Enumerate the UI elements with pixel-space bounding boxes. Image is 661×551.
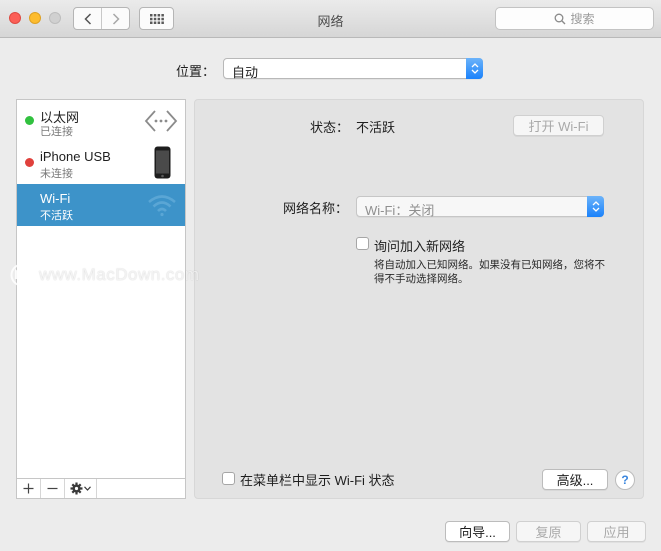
service-status: 已连接 <box>40 126 73 138</box>
plus-icon <box>23 483 34 494</box>
network-name-label: 网络名称： <box>283 201 349 216</box>
service-name: iPhone USB <box>40 149 111 164</box>
select-arrows-icon <box>466 58 483 79</box>
status-value: 不活跃 <box>356 120 396 135</box>
search-icon <box>555 13 566 24</box>
service-status: 不活跃 <box>40 210 73 222</box>
title-bar: 网络 搜索 <box>0 0 661 38</box>
service-item-iphone-usb[interactable]: iPhone USB 未连接 <box>17 142 185 184</box>
search-field[interactable]: 搜索 <box>495 7 654 30</box>
status-label: 状态： <box>310 120 350 135</box>
network-name-select[interactable]: Wi-Fi：关闭 <box>356 196 604 218</box>
service-list-toolbar <box>16 478 186 499</box>
network-name-value: Wi-Fi：关闭 <box>365 203 435 218</box>
status-dot <box>25 158 34 167</box>
select-arrows-icon <box>587 196 604 217</box>
location-select[interactable]: 自动 <box>223 58 483 80</box>
chevron-down-icon <box>84 486 91 491</box>
apply-button[interactable]: 应用 <box>587 521 646 542</box>
gear-icon <box>70 482 83 495</box>
location-value: 自动 <box>232 65 259 80</box>
revert-button[interactable]: 复原 <box>516 521 581 542</box>
turn-on-wifi-button[interactable]: 打开 Wi-Fi <box>513 115 604 136</box>
advanced-button[interactable]: 高级... <box>542 469 608 490</box>
search-placeholder: 搜索 <box>570 12 595 26</box>
help-button[interactable]: ? <box>615 470 635 490</box>
iphone-icon <box>154 146 171 182</box>
ethernet-arrows-icon <box>144 109 178 136</box>
service-status: 未连接 <box>40 168 73 180</box>
assist-me-button[interactable]: 向导... <box>445 521 510 542</box>
ask-join-hint: 将自动加入已知网络。如果没有已知网络，您将不得不手动选择网络。 <box>374 259 605 285</box>
minus-icon <box>47 487 58 490</box>
service-name: Wi-Fi <box>40 191 71 206</box>
service-list: 以太网 已连接 iPhone USB 未连接 Wi-Fi 不活跃 <box>16 99 186 499</box>
show-menubar-label: 在菜单栏中显示 Wi-Fi 状态 <box>240 473 395 488</box>
service-item-wifi[interactable]: Wi-Fi 不活跃 <box>17 184 185 226</box>
wifi-icon <box>147 193 177 220</box>
add-service-button[interactable] <box>17 479 41 498</box>
service-item-ethernet[interactable]: 以太网 已连接 <box>17 100 185 142</box>
action-menu-button[interactable] <box>65 479 97 498</box>
location-label: 位置： <box>176 64 216 79</box>
show-menubar-checkbox[interactable] <box>222 472 235 485</box>
ask-join-label: 询问加入新网络 <box>374 239 466 254</box>
ask-join-checkbox[interactable] <box>356 237 369 250</box>
status-dot <box>25 116 34 125</box>
detail-panel: 状态： 不活跃 打开 Wi-Fi 网络名称： Wi-Fi：关闭 询问加入新网络 … <box>194 99 644 499</box>
remove-service-button[interactable] <box>41 479 65 498</box>
